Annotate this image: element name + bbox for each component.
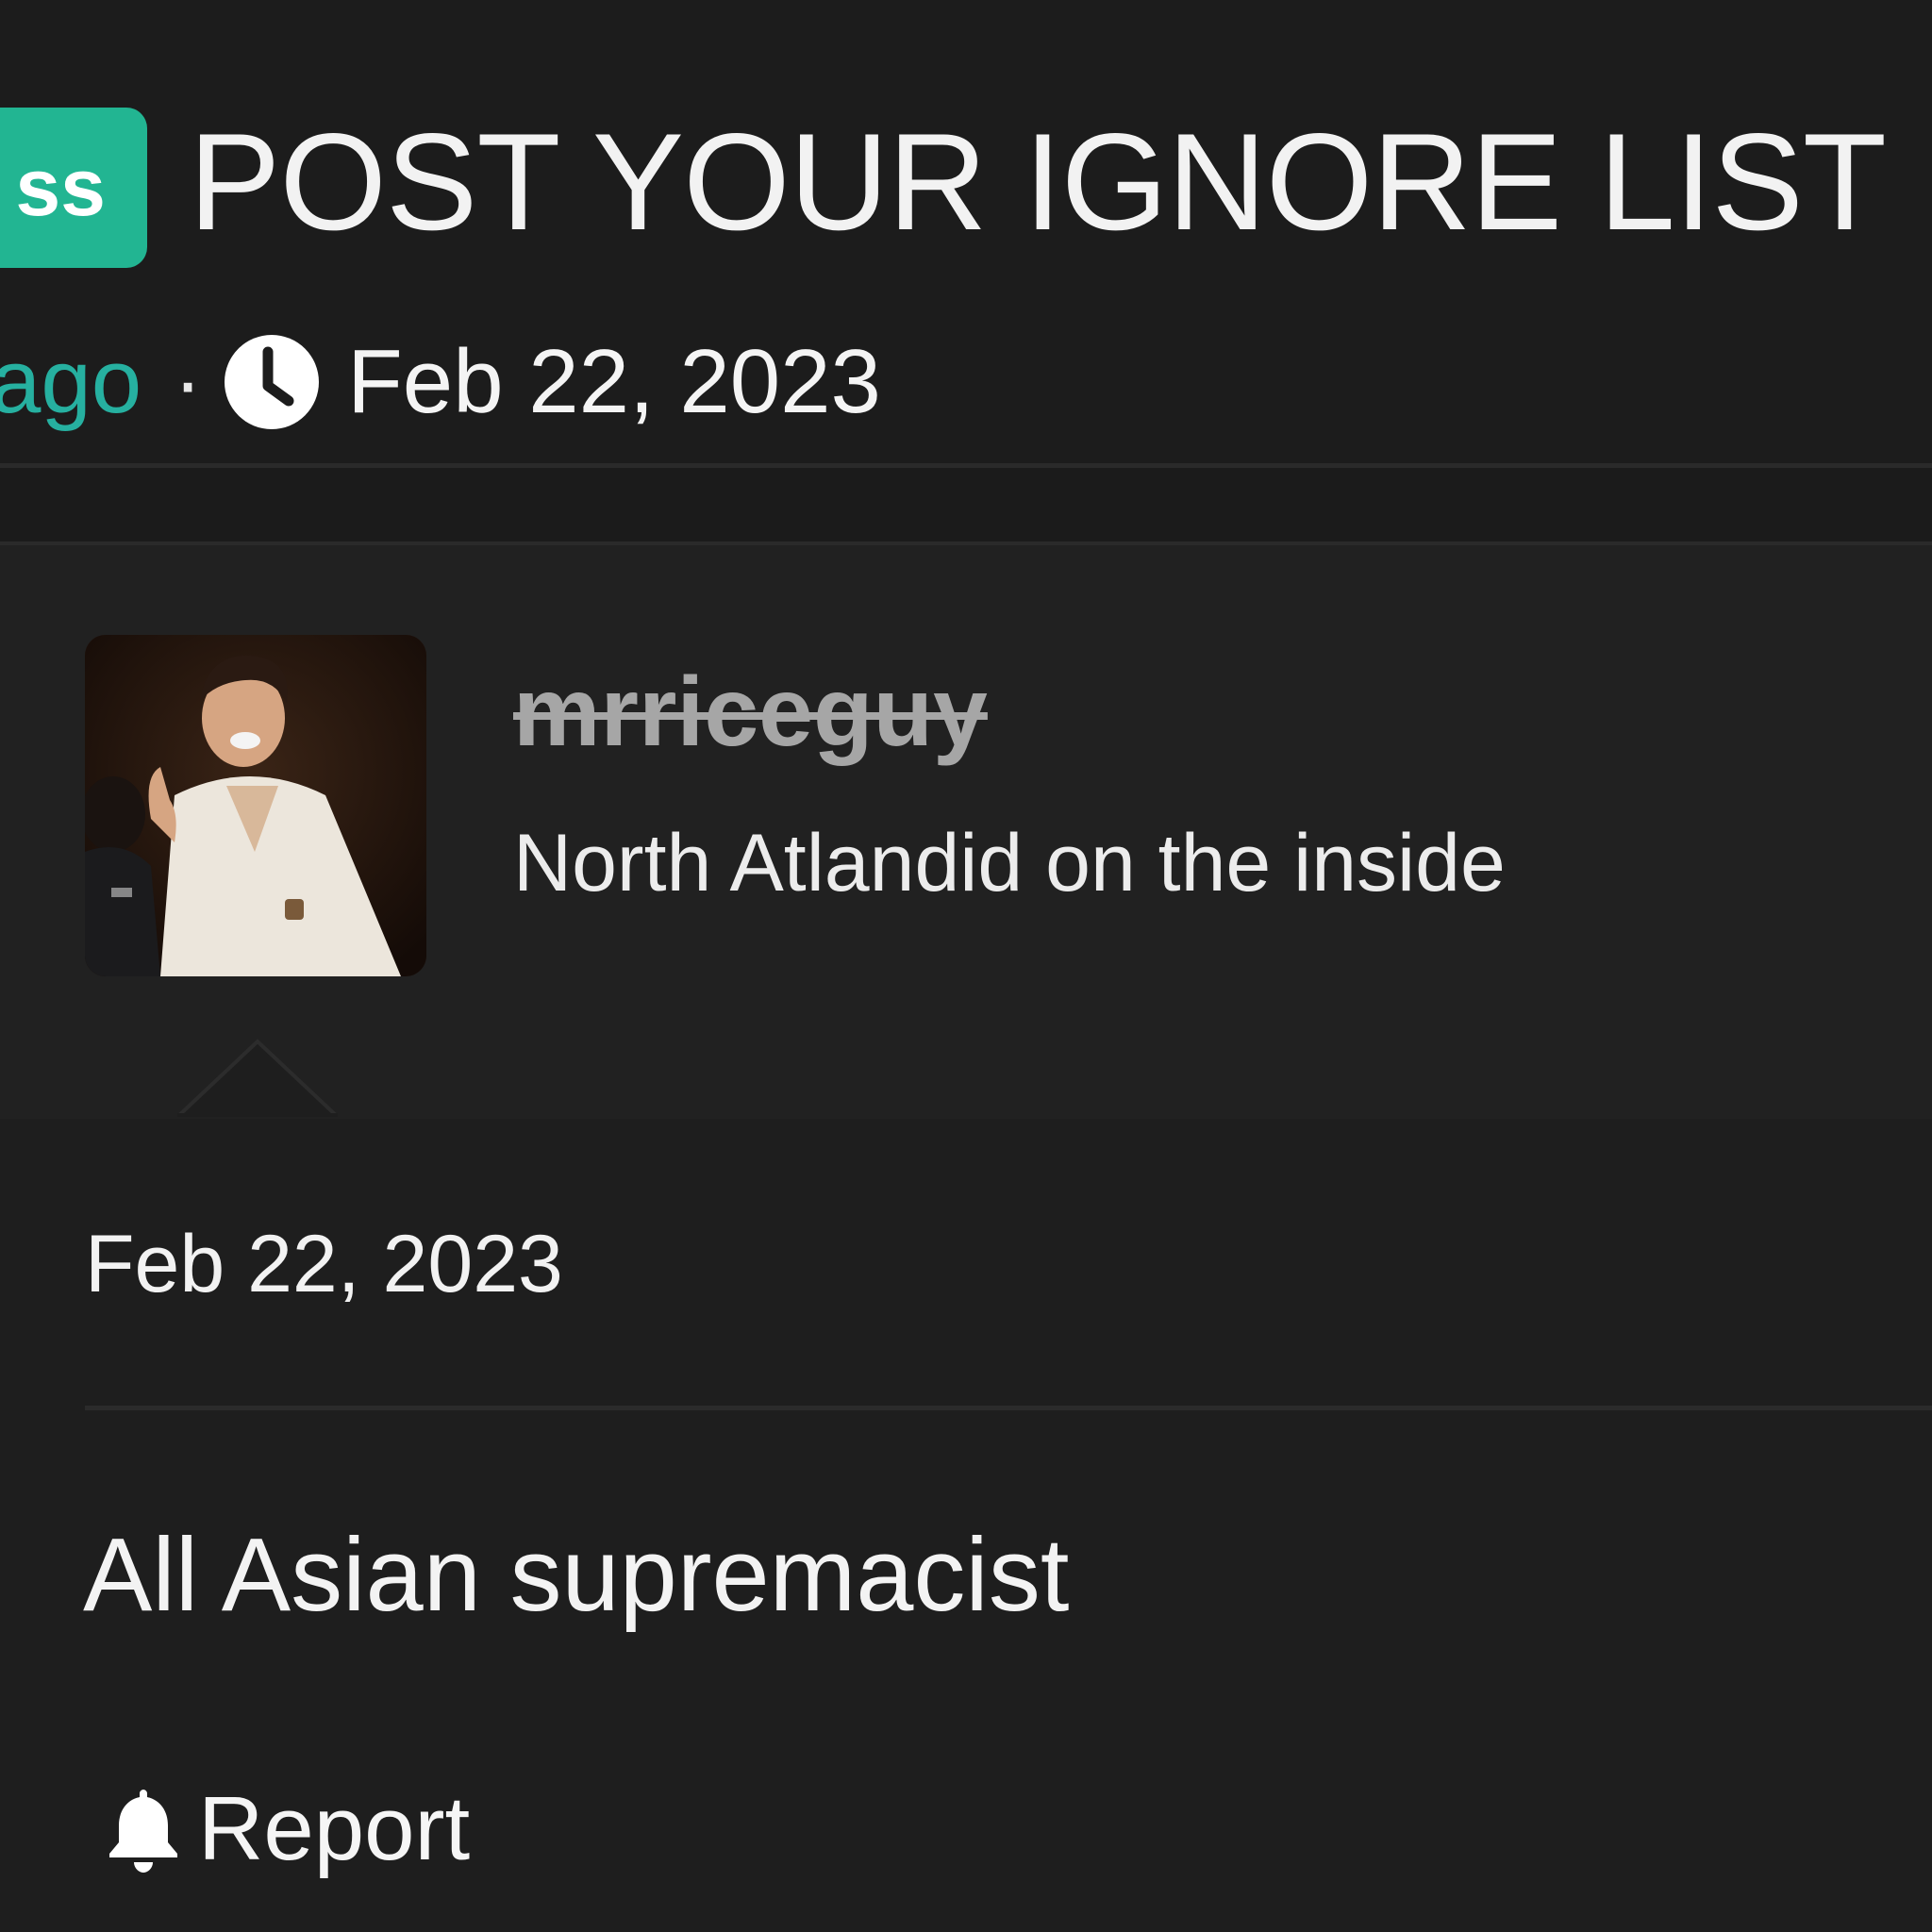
- thread-meta: ago · Feb 22, 2023: [0, 330, 881, 434]
- post-divider: [85, 1406, 1932, 1410]
- post-date[interactable]: Feb 22, 2023: [85, 1218, 563, 1311]
- section-gap: [0, 468, 1932, 545]
- thread-header: ss POST YOUR IGNORE LIST ago · Feb 22, 2…: [0, 0, 1932, 472]
- post-username[interactable]: mrriceguy: [513, 657, 988, 769]
- clock-icon: [223, 333, 321, 431]
- post-message-text: All Asian supremacist: [83, 1517, 1070, 1633]
- meta-separator: ·: [174, 334, 203, 429]
- thread-start-date[interactable]: Feb 22, 2023: [347, 330, 881, 434]
- thread-author-link[interactable]: ago: [0, 330, 142, 434]
- post-body: Feb 22, 2023 All Asian supremacist Repor…: [0, 1119, 1932, 1932]
- thread-prefix-badge[interactable]: ss: [0, 108, 147, 268]
- message-arrow: [177, 1039, 338, 1117]
- post-user-block: mrriceguy North Atlandid on the inside: [0, 545, 1932, 1123]
- forum-thread-page: ss POST YOUR IGNORE LIST ago · Feb 22, 2…: [0, 0, 1932, 1932]
- bell-icon: [104, 1784, 183, 1874]
- report-label: Report: [198, 1778, 471, 1879]
- report-button[interactable]: Report: [104, 1777, 470, 1881]
- avatar[interactable]: [85, 635, 426, 976]
- user-title: North Atlandid on the inside: [513, 818, 1506, 908]
- thread-title: POST YOUR IGNORE LIST: [189, 105, 1887, 258]
